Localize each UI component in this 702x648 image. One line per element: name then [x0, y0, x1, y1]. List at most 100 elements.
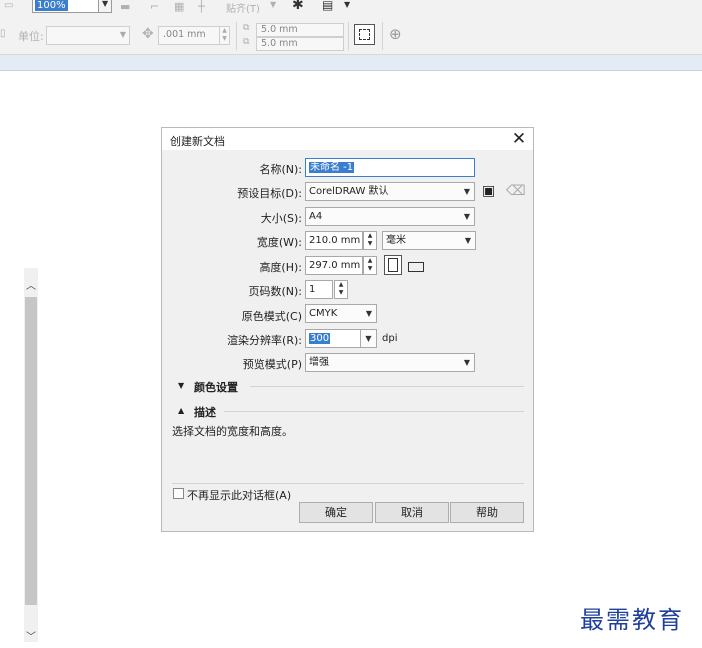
snap-to-button[interactable]: 贴齐(T) — [226, 0, 260, 15]
height-value[interactable]: 297.0 mm — [309, 260, 360, 271]
height-up-icon[interactable]: ▲ — [364, 257, 376, 265]
width-value[interactable]: 210.0 mm — [309, 235, 360, 246]
duplicate-x-field[interactable]: 5.0 mm — [256, 23, 344, 37]
pages-label: 页码数(N): — [248, 285, 302, 298]
preview-mode-value[interactable]: 增强 — [309, 357, 329, 368]
nudge-down-icon[interactable]: ▼ — [219, 35, 229, 44]
dialog-titlebar: 创建新文档 ✕ — [162, 128, 533, 150]
size-select[interactable]: A4 ▼ — [305, 207, 475, 226]
page-layout-icon[interactable]: ▭ — [4, 0, 13, 11]
duplicate-y-field[interactable]: 5.0 mm — [256, 37, 344, 51]
preset-select[interactable]: CorelDRAW 默认 ▼ — [305, 182, 475, 201]
bracket-icon: ▯ — [0, 28, 6, 39]
color-settings-header[interactable]: 颜色设置 — [194, 379, 238, 395]
pages-value[interactable]: 1 — [309, 284, 315, 295]
description-header[interactable]: 描述 — [194, 404, 216, 420]
units-value[interactable]: 毫米 — [386, 235, 406, 246]
standard-toolbar: ▭ 100% ▼ ▬ ⌐ ▦ ┼ 贴齐(T) ▼ ✱ ▤ ▼ — [0, 0, 702, 16]
width-up-icon[interactable]: ▲ — [364, 232, 376, 240]
toolbar-separator — [236, 22, 237, 50]
close-icon[interactable]: ✕ — [510, 130, 528, 148]
size-value[interactable]: A4 — [309, 211, 322, 222]
snap-dropdown-icon[interactable]: ▼ — [270, 0, 276, 9]
color-mode-select[interactable]: CMYK ▼ — [305, 304, 377, 323]
portrait-icon — [388, 258, 398, 272]
toolbar-separator — [382, 22, 383, 50]
name-value[interactable]: 未命名 -1 — [309, 162, 355, 173]
resolution-label: 渲染分辨率(R): — [227, 334, 302, 347]
delete-preset-icon[interactable]: ⌫ — [506, 183, 526, 199]
preset-dropdown-icon[interactable]: ▼ — [464, 183, 470, 200]
ok-button[interactable]: 确定 — [299, 502, 373, 523]
scrollbar-thumb[interactable] — [25, 297, 37, 605]
save-preset-icon[interactable]: ▣ — [482, 183, 495, 199]
nudge-distance-field[interactable]: .001 mm ▲ ▼ — [158, 26, 230, 45]
page-frame-button[interactable] — [354, 24, 375, 45]
preview-mode-select[interactable]: 增强 ▼ — [305, 353, 475, 372]
zoom-combobox[interactable]: 100% ▼ — [32, 0, 112, 13]
height-down-icon[interactable]: ▼ — [364, 265, 376, 273]
section-divider — [224, 411, 524, 412]
name-label: 名称(N): — [259, 163, 302, 176]
portrait-button[interactable] — [384, 255, 402, 275]
height-label: 高度(H): — [259, 261, 302, 274]
resolution-value[interactable]: 300 — [309, 333, 331, 344]
scroll-down-icon[interactable]: ﹀ — [24, 628, 38, 643]
width-spinner[interactable]: ▲ ▼ — [363, 231, 377, 250]
duplicate-y-icon: ⧉ — [243, 37, 250, 47]
unit-dropdown-icon[interactable]: ▼ — [120, 27, 126, 42]
add-page-icon[interactable]: ⊕ — [389, 25, 402, 43]
grid-icon[interactable]: ▦ — [174, 0, 184, 13]
chevron-down-icon[interactable]: ▼ — [178, 381, 184, 390]
watermark-text: 最需教育 — [580, 606, 684, 634]
property-bar: ▯ 单位: ▼ ✥ .001 mm ▲ ▼ ⧉ 5.0 mm ⧉ 5.0 mm … — [0, 16, 702, 54]
units-select[interactable]: 毫米 ▼ — [382, 231, 476, 250]
guidelines-icon[interactable]: ┼ — [198, 0, 205, 13]
help-button[interactable]: 帮助 — [450, 502, 524, 523]
pages-spinner[interactable]: ▲ ▼ — [334, 280, 348, 299]
height-input[interactable]: 297.0 mm — [305, 256, 363, 275]
resolution-dropdown-icon[interactable]: ▼ — [360, 330, 376, 347]
dont-show-label[interactable]: 不再显示此对话框(A) — [187, 487, 291, 503]
color-mode-label: 原色模式(C) — [241, 310, 302, 323]
toolbar-separator — [348, 22, 349, 50]
gear-icon[interactable]: ✱ — [292, 0, 304, 13]
zoom-dropdown-button[interactable]: ▼ — [98, 0, 111, 12]
landscape-icon[interactable] — [408, 262, 424, 272]
footer-divider — [172, 483, 524, 484]
width-input[interactable]: 210.0 mm — [305, 231, 363, 250]
duplicate-y-value[interactable]: 5.0 mm — [261, 38, 298, 49]
height-spinner[interactable]: ▲ ▼ — [363, 256, 377, 275]
rulers-icon[interactable]: ⌐ — [150, 0, 159, 13]
resolution-unit: dpi — [382, 333, 398, 344]
name-input[interactable]: 未命名 -1 — [305, 158, 475, 177]
nudge-distance-value[interactable]: .001 mm — [163, 29, 206, 40]
full-screen-icon[interactable]: ▬ — [120, 0, 130, 13]
size-dropdown-icon[interactable]: ▼ — [464, 208, 470, 225]
size-label: 大小(S): — [260, 212, 302, 225]
pages-up-icon[interactable]: ▲ — [335, 281, 347, 289]
scroll-up-icon[interactable]: ︿ — [24, 277, 38, 292]
width-down-icon[interactable]: ▼ — [364, 240, 376, 248]
zoom-value[interactable]: 100% — [35, 0, 68, 11]
resolution-combobox[interactable]: 300 ▼ — [305, 329, 377, 348]
pages-down-icon[interactable]: ▼ — [335, 289, 347, 297]
unit-select[interactable]: ▼ — [46, 26, 130, 45]
ruler-band — [0, 55, 702, 71]
dialog-title: 创建新文档 — [170, 135, 225, 148]
page-dropdown-icon[interactable]: ▼ — [344, 0, 350, 9]
pages-input[interactable]: 1 — [305, 280, 333, 299]
preview-mode-dropdown-icon[interactable]: ▼ — [464, 354, 470, 371]
unit-label: 单位: — [18, 30, 44, 43]
color-mode-value[interactable]: CMYK — [309, 308, 337, 319]
duplicate-x-value[interactable]: 5.0 mm — [261, 24, 298, 35]
page-icon[interactable]: ▤ — [322, 0, 333, 12]
preset-value[interactable]: CorelDRAW 默认 — [309, 186, 389, 197]
dont-show-checkbox[interactable] — [173, 488, 184, 499]
units-dropdown-icon[interactable]: ▼ — [465, 232, 471, 249]
nudge-up-icon[interactable]: ▲ — [219, 27, 229, 35]
create-new-document-dialog: 创建新文档 ✕ 名称(N): 未命名 -1 预设目标(D): CorelDRAW… — [161, 127, 534, 532]
cancel-button[interactable]: 取消 — [375, 502, 449, 523]
color-mode-dropdown-icon[interactable]: ▼ — [366, 305, 372, 322]
chevron-up-icon[interactable]: ▲ — [178, 406, 184, 415]
